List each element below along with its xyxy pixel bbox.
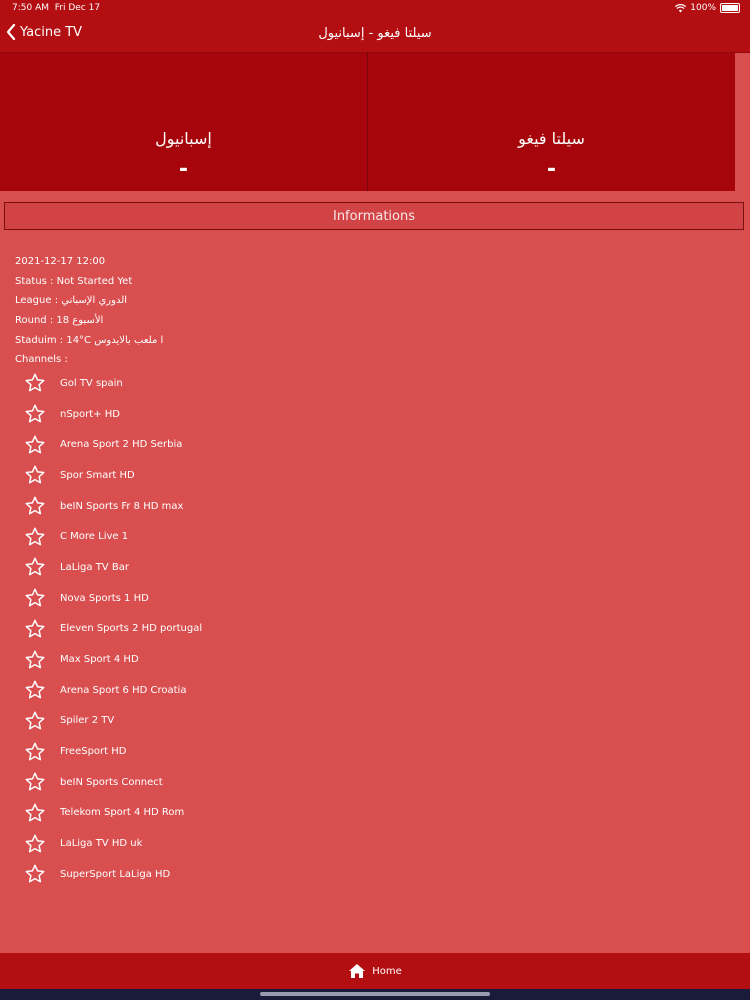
channel-name: Spor Smart HD bbox=[60, 469, 135, 481]
channel-item[interactable]: Telekom Sport 4 HD Rom bbox=[24, 798, 424, 829]
star-outline-icon[interactable] bbox=[24, 679, 46, 701]
status-right: 100% bbox=[675, 3, 740, 13]
star-outline-icon[interactable] bbox=[24, 649, 46, 671]
channel-name: Telekom Sport 4 HD Rom bbox=[60, 807, 185, 819]
channel-name: beIN Sports Connect bbox=[60, 776, 163, 788]
star-outline-icon[interactable] bbox=[24, 802, 46, 824]
status-time: 7:50 AM bbox=[12, 3, 49, 13]
channel-name: Arena Sport 6 HD Croatia bbox=[60, 684, 187, 696]
channel-list: Gol TV spain nSport+ HD Arena Sport 2 HD… bbox=[24, 368, 424, 890]
match-status: Status : Not Started Yet bbox=[15, 275, 133, 287]
channel-item[interactable]: Eleven Sports 2 HD portugal bbox=[24, 614, 424, 645]
battery-icon bbox=[720, 3, 740, 13]
home-team-panel: سيلتا فيغو - bbox=[367, 53, 735, 191]
channel-name: Arena Sport 2 HD Serbia bbox=[60, 439, 183, 451]
channel-name: FreeSport HD bbox=[60, 746, 127, 758]
status-date: Fri Dec 17 bbox=[54, 3, 101, 13]
channel-item[interactable]: Max Sport 4 HD bbox=[24, 644, 424, 675]
channel-item[interactable]: FreeSport HD bbox=[24, 736, 424, 767]
channel-item[interactable]: LaLiga TV HD uk bbox=[24, 828, 424, 859]
channel-name: LaLiga TV HD uk bbox=[60, 838, 143, 850]
channel-item[interactable]: Spor Smart HD bbox=[24, 460, 424, 491]
home-team-score: - bbox=[546, 157, 557, 182]
informations-header: Informations bbox=[4, 202, 744, 230]
match-stadium: Staduim : 14°C ا ملعب بالايدوس bbox=[15, 334, 164, 346]
home-icon bbox=[349, 964, 366, 978]
away-team-name: إسبانيول bbox=[155, 129, 212, 148]
home-indicator bbox=[260, 992, 490, 996]
match-datetime: 2021-12-17 12:00 bbox=[15, 256, 106, 267]
tab-bar: Home bbox=[0, 953, 750, 989]
navigation-bar: Yacine TV سيلتا فيغو - إسبانيول bbox=[0, 18, 750, 53]
page-title: سيلتا فيغو - إسبانيول bbox=[318, 26, 432, 41]
battery-percent: 100% bbox=[690, 3, 716, 13]
channel-item[interactable]: beIN Sports Fr 8 HD max bbox=[24, 491, 424, 522]
away-team-panel: إسبانيول - bbox=[0, 53, 367, 191]
channel-name: nSport+ HD bbox=[60, 408, 120, 420]
channel-name: Gol TV spain bbox=[60, 377, 123, 389]
channel-item[interactable]: Arena Sport 6 HD Croatia bbox=[24, 675, 424, 706]
panel-edge bbox=[735, 53, 750, 191]
star-outline-icon[interactable] bbox=[24, 833, 46, 855]
star-outline-icon[interactable] bbox=[24, 403, 46, 425]
star-outline-icon[interactable] bbox=[24, 434, 46, 456]
tab-home[interactable]: Home bbox=[348, 963, 402, 979]
tab-home-label: Home bbox=[372, 965, 402, 977]
channel-item[interactable]: Spiler 2 TV bbox=[24, 706, 424, 737]
away-team-score: - bbox=[178, 157, 189, 182]
star-outline-icon[interactable] bbox=[24, 587, 46, 609]
star-outline-icon[interactable] bbox=[24, 710, 46, 732]
status-bar: 7:50 AM Fri Dec 17 100% bbox=[0, 0, 750, 18]
channel-item[interactable]: Gol TV spain bbox=[24, 368, 424, 399]
home-team-name: سيلتا فيغو bbox=[518, 129, 585, 148]
channel-item[interactable]: C More Live 1 bbox=[24, 521, 424, 552]
channel-item[interactable]: Nova Sports 1 HD bbox=[24, 583, 424, 614]
channel-name: C More Live 1 bbox=[60, 531, 129, 543]
channel-name: Max Sport 4 HD bbox=[60, 654, 139, 666]
star-outline-icon[interactable] bbox=[24, 741, 46, 763]
star-outline-icon[interactable] bbox=[24, 372, 46, 394]
match-round: Round : الأسبوع 18 bbox=[15, 315, 104, 327]
channel-item[interactable]: SuperSport LaLiga HD bbox=[24, 859, 424, 890]
star-outline-icon[interactable] bbox=[24, 556, 46, 578]
star-outline-icon[interactable] bbox=[24, 618, 46, 640]
match-details: 2021-12-17 12:00 Status : Not Started Ye… bbox=[15, 252, 163, 370]
star-outline-icon[interactable] bbox=[24, 464, 46, 486]
home-indicator-area bbox=[0, 989, 750, 1000]
channel-name: SuperSport LaLiga HD bbox=[60, 868, 171, 880]
star-outline-icon[interactable] bbox=[24, 863, 46, 885]
channel-name: Eleven Sports 2 HD portugal bbox=[60, 623, 203, 635]
channel-name: Nova Sports 1 HD bbox=[60, 592, 149, 604]
channel-item[interactable]: Arena Sport 2 HD Serbia bbox=[24, 429, 424, 460]
channel-name: Spiler 2 TV bbox=[60, 715, 115, 727]
star-outline-icon[interactable] bbox=[24, 771, 46, 793]
channel-item[interactable]: LaLiga TV Bar bbox=[24, 552, 424, 583]
channel-item[interactable]: nSport+ HD bbox=[24, 399, 424, 430]
status-time-date: 7:50 AM Fri Dec 17 bbox=[12, 3, 100, 13]
star-outline-icon[interactable] bbox=[24, 495, 46, 517]
star-outline-icon[interactable] bbox=[24, 526, 46, 548]
channel-name: LaLiga TV Bar bbox=[60, 561, 129, 573]
wifi-icon bbox=[675, 3, 687, 12]
channel-name: beIN Sports Fr 8 HD max bbox=[60, 500, 184, 512]
match-league: League : الدوري الإسباني bbox=[15, 295, 128, 307]
channel-item[interactable]: beIN Sports Connect bbox=[24, 767, 424, 798]
match-teams-panel: إسبانيول - سيلتا فيغو - bbox=[0, 53, 735, 191]
